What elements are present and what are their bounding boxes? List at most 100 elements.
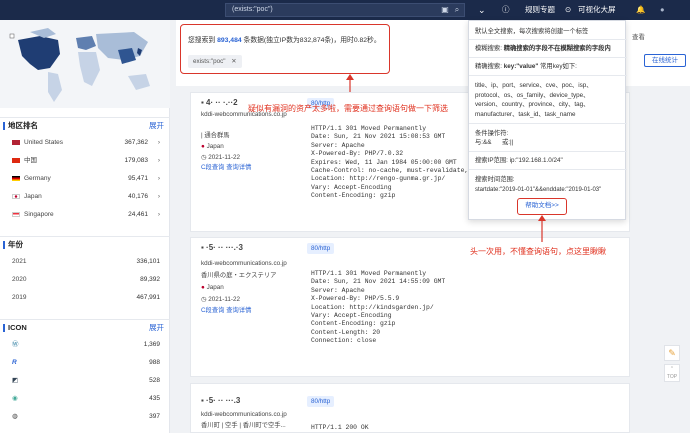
collapse-chevron-icon[interactable]: ⌄ xyxy=(478,0,486,20)
annotation-filter-note: 疑似有漏洞的资产太多啦，需要通过查询语句做一下筛选 xyxy=(248,104,448,113)
icon-row[interactable]: ◉ 435 xyxy=(0,390,170,408)
arrow-up-icon: ⌃ xyxy=(669,366,675,372)
search-help-popup: 默认全文搜索，每次搜索将创建一个标签 模糊搜索: 精确搜索的字段不在模糊搜索的字… xyxy=(468,20,627,220)
map-zoom-control[interactable] xyxy=(9,33,15,39)
divider xyxy=(469,123,627,124)
world-map-graphic xyxy=(9,28,150,102)
http-response: HTTP/1.1 200 OK xyxy=(311,424,369,431)
result-links[interactable]: C段查询 查询详情 xyxy=(201,305,251,316)
image-search-icon[interactable]: ▣ xyxy=(440,4,450,16)
dark-logo-icon: ◍ xyxy=(12,413,18,420)
result-date: ◷ 2021-11-22 xyxy=(201,296,240,303)
popup-keys-list: title、ip、port、service、cve、poc、isp、 proto… xyxy=(475,82,593,118)
result-host: kddi-webcommunications.co.jp xyxy=(201,411,287,418)
annotation-arrow-up-help xyxy=(538,215,546,242)
search-query-text: (exists:"poc") xyxy=(232,6,273,13)
jp-flag-icon xyxy=(12,193,20,199)
region-ranking-title: 地区排名 展开 xyxy=(0,118,170,134)
user-avatar-icon[interactable]: ● xyxy=(660,0,665,20)
region-row[interactable]: United States 367,362 › xyxy=(0,134,170,152)
top-navigation-bar: (exists:"poc") ▣ ⌕ ⌄ ⓘ 规则专题 ⊙ 可视化大屏 🔔 ● xyxy=(0,0,690,20)
divider xyxy=(469,169,627,170)
search-input[interactable]: (exists:"poc") ▣ ⌕ xyxy=(225,3,465,17)
region-ranking-section: 地区排名 展开 United States 367,362 › 中国 179,083 › … xyxy=(0,117,170,224)
region-row[interactable]: 中国 179,083 › xyxy=(0,152,170,170)
wordpress-icon: Ⓦ xyxy=(12,341,19,348)
region-row[interactable]: Germany 95,471 › xyxy=(0,170,170,188)
result-summary-text: 您搜索到 893,484 条数据(独立IP数为832,874条)，用时0.82秒… xyxy=(188,37,381,44)
port-tag[interactable]: 80/http xyxy=(307,243,335,254)
icon-row[interactable]: ◍ 397 xyxy=(0,408,170,426)
back-to-top-button[interactable]: ⌃ TOP xyxy=(664,364,680,382)
popup-cond-label: 条件操作符: xyxy=(475,130,509,137)
help-docs-button[interactable]: 帮助文档>> xyxy=(517,198,567,215)
result-org: 香川町 | 空手 | 香川町で空手... xyxy=(201,422,286,429)
clock-icon: ◷ xyxy=(201,296,207,303)
http-response: HTTP/1.1 301 Moved Permanently Date: Sun… xyxy=(311,125,469,200)
sidebar: 地区排名 展开 United States 367,362 › 中国 179,083 › … xyxy=(0,20,170,433)
world-map xyxy=(0,20,170,108)
icon-title: ICON 展开 xyxy=(0,320,170,336)
result-country: ● Japan xyxy=(201,143,224,150)
year-row[interactable]: 2020 89,392 xyxy=(0,271,170,289)
region-row[interactable]: Singapore 24,461 › xyxy=(0,206,170,224)
annotation-help-note: 头一次用，不懂查询语句，点这里瞅瞅 xyxy=(470,247,606,256)
divider xyxy=(469,75,627,76)
r-logo-icon: R xyxy=(12,359,17,366)
icon-row[interactable]: ◩ 528 xyxy=(0,372,170,390)
cn-flag-icon xyxy=(12,157,20,163)
jp-flag-icon: ● xyxy=(201,284,205,291)
popup-ip-range: 搜索IP范围: ip:"192.168.1.0/24" xyxy=(475,157,563,164)
help-icon[interactable]: ⓘ xyxy=(502,0,510,20)
icon-section: ICON 展开 Ⓦ 1,369 R 988 ◩ 528 ◉ 435 ◍ 397 xyxy=(0,319,170,426)
de-flag-icon xyxy=(12,175,20,181)
query-tag[interactable]: exists:"poc" ✕ xyxy=(188,55,242,68)
nav-visual-screen[interactable]: 可视化大屏 xyxy=(578,0,616,20)
region-row[interactable]: Japan 40,176 › xyxy=(0,188,170,206)
close-icon[interactable]: ✕ xyxy=(231,58,236,65)
icon-row[interactable]: R 988 xyxy=(0,354,170,372)
result-count: 893,484 xyxy=(217,37,242,44)
popup-line-exact: 精确搜索: key:"value" 常用key如下: xyxy=(475,63,577,70)
popup-line-fuzzy: 模糊搜索: 精确搜索的字段不在模糊搜索的字段内 xyxy=(475,45,611,52)
icon-expand-link[interactable]: 展开 xyxy=(149,320,164,336)
north-america-shape xyxy=(18,36,60,70)
popup-line-default: 默认全文搜索，每次搜索将创建一个标签 xyxy=(475,28,589,35)
result-links[interactable]: C段查询 查询详情 xyxy=(201,162,251,173)
year-title: 年份 xyxy=(0,237,170,253)
online-stats-button[interactable]: 在线统计 xyxy=(644,54,686,67)
result-org: | 通合群馬 xyxy=(201,132,230,139)
popup-time-label: 搜索时间范围: xyxy=(475,176,515,183)
port-tag[interactable]: 80/http xyxy=(307,396,335,407)
http-response: HTTP/1.1 301 Moved Permanently Date: Sun… xyxy=(311,270,446,345)
divider xyxy=(469,151,627,152)
divider xyxy=(469,39,627,40)
popup-cond-value: 与:&& 或:|| xyxy=(475,139,514,146)
search-icon[interactable]: ⌕ xyxy=(452,4,462,16)
region-expand-link[interactable]: 展开 xyxy=(149,118,164,134)
result-country: ● Japan xyxy=(201,284,224,291)
feedback-icon[interactable]: ✎ xyxy=(664,345,680,361)
us-flag-icon xyxy=(12,139,20,145)
screen-icon: ⊙ xyxy=(565,5,572,14)
app-logo-icon: ◩ xyxy=(12,377,19,384)
result-card: ▪ ·5· ·· ···.3 80/http kddi-webcommunica… xyxy=(190,383,630,433)
icon-row[interactable]: Ⓦ 1,369 xyxy=(0,336,170,354)
notification-icon[interactable]: 🔔 xyxy=(636,0,645,20)
year-row[interactable]: 2021 336,101 xyxy=(0,253,170,271)
result-ip-blurred[interactable]: ▪ 4· ·· ·.··2 xyxy=(201,98,238,107)
nav-rules[interactable]: 规则专题 xyxy=(525,0,555,20)
popup-time-value: startdate:"2019-01-01"&&enddate:"2019-01… xyxy=(475,187,602,193)
result-org: 香川県の庭・エクステリア xyxy=(201,272,277,279)
view-toggle-label[interactable]: 查看 xyxy=(632,31,645,41)
year-row[interactable]: 2019 467,991 xyxy=(0,289,170,307)
result-ip-blurred[interactable]: ▪ ·5· ·· ···.3 xyxy=(201,396,240,405)
result-ip-blurred[interactable]: ▪ ·5· ·· ···.·3 xyxy=(201,243,243,252)
result-summary-box: 您搜索到 893,484 条数据(独立IP数为832,874条)，用时0.82秒… xyxy=(180,24,390,74)
sg-flag-icon xyxy=(12,211,20,217)
result-host: kddi-webcommunications.co.jp xyxy=(201,260,287,267)
jp-flag-icon: ● xyxy=(201,143,205,150)
divider xyxy=(469,57,627,58)
clock-icon: ◷ xyxy=(201,154,207,161)
result-card: ▪ ·5· ·· ···.·3 80/http kddi-webcommunic… xyxy=(190,237,630,377)
